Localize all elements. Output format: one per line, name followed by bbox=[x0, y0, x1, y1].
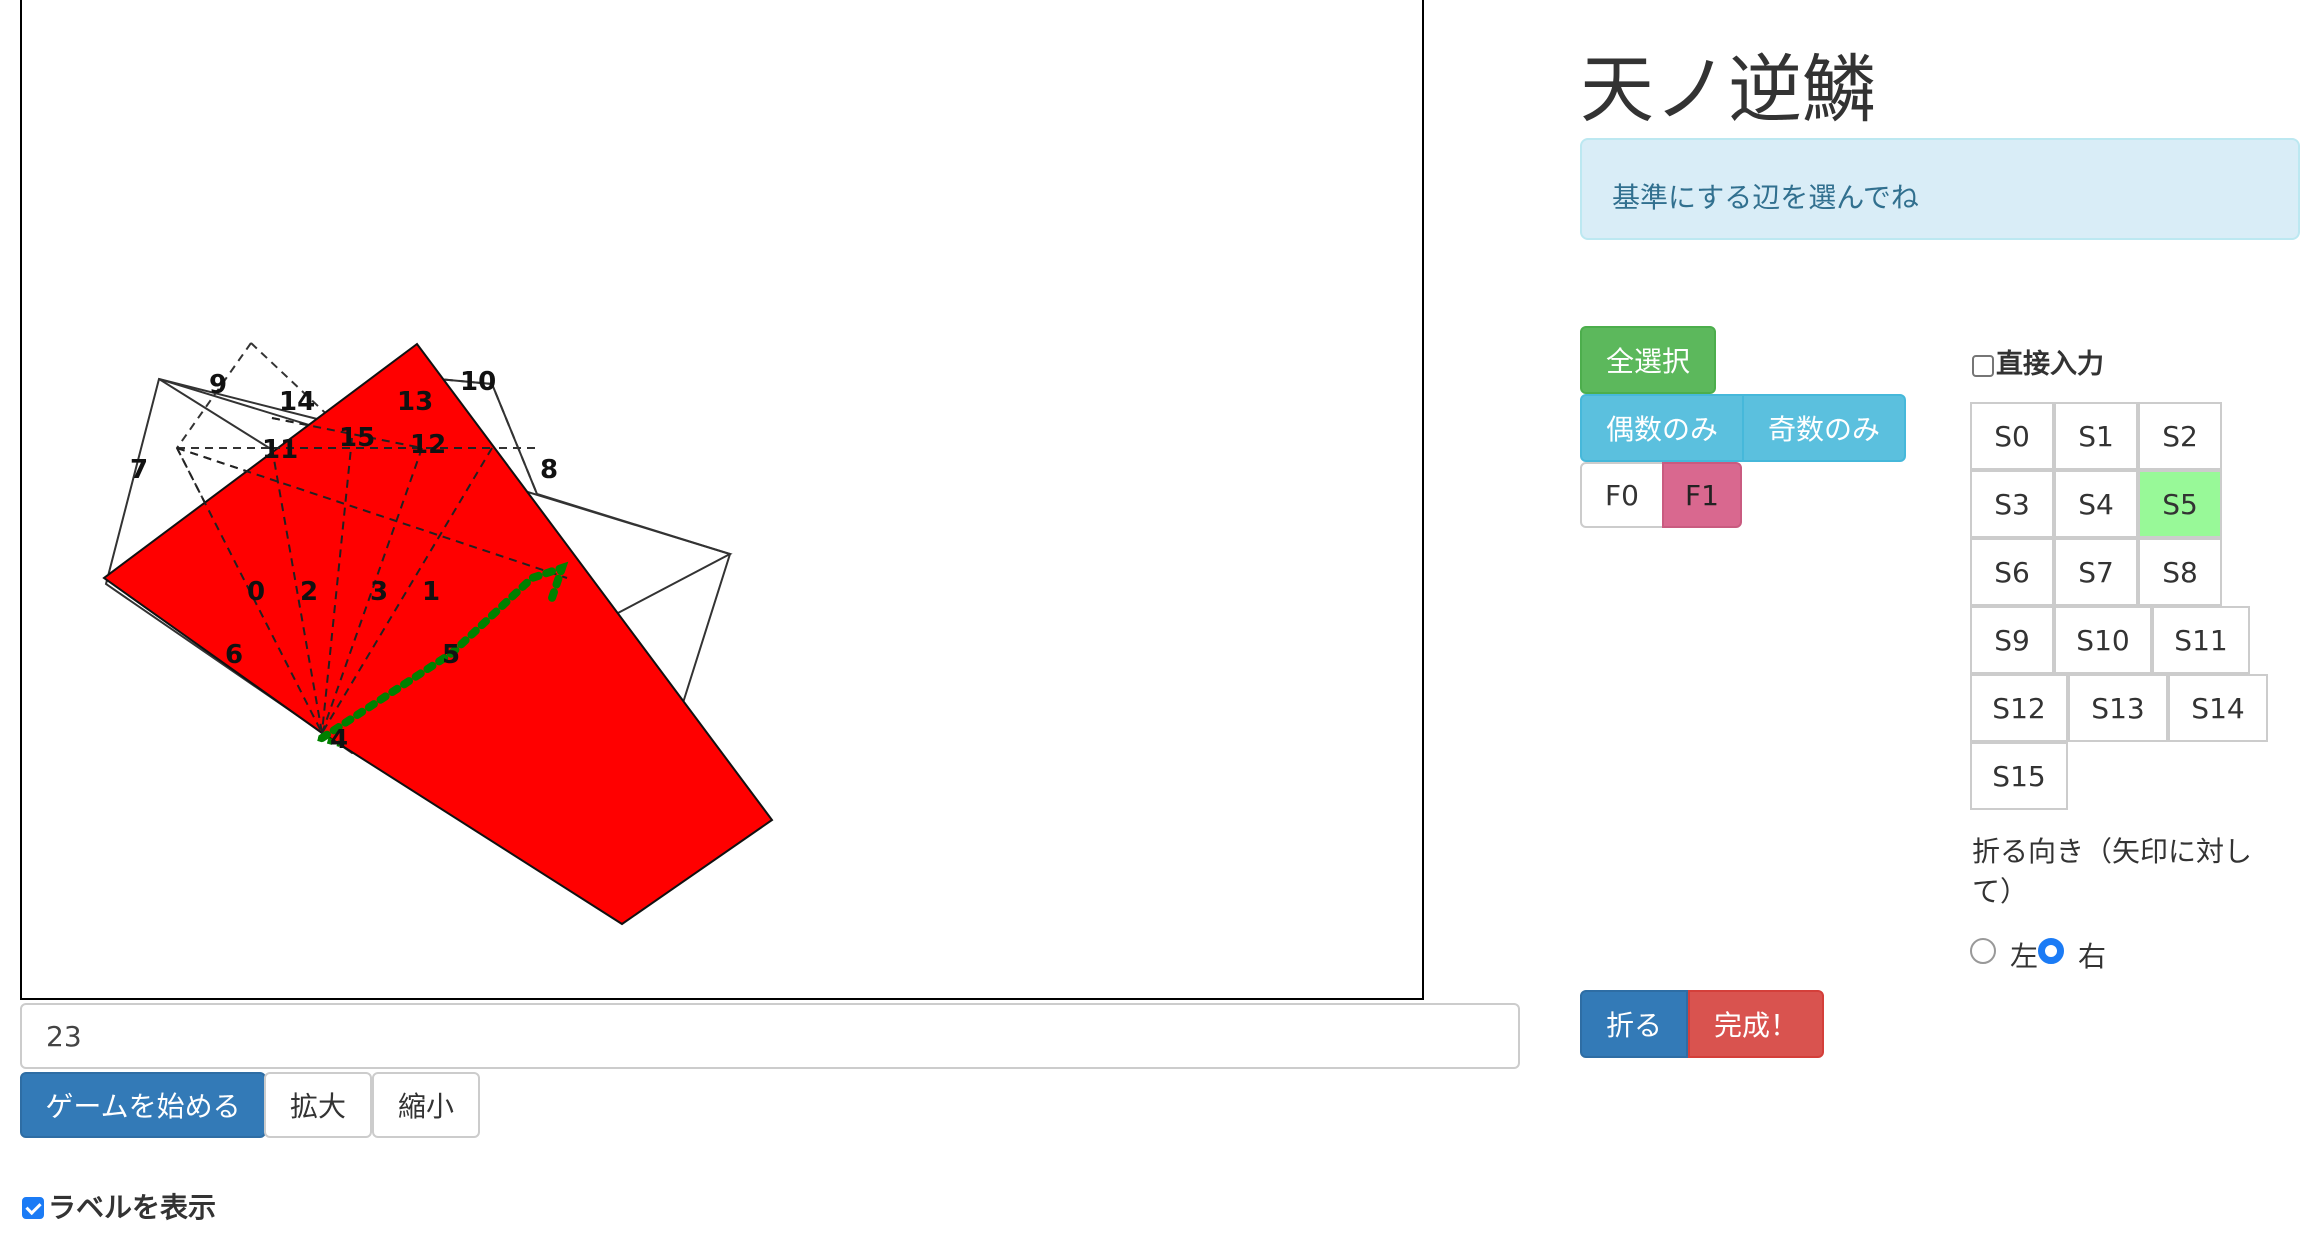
origami-canvas[interactable]: 0 1 2 3 4 5 6 7 8 9 10 11 12 13 14 15 bbox=[20, 0, 1424, 1000]
fold-button[interactable]: 折る bbox=[1580, 990, 1688, 1058]
direction-right-radio[interactable] bbox=[2038, 938, 2064, 964]
label-1: 1 bbox=[422, 577, 440, 607]
zoom-in-button[interactable]: 拡大 bbox=[264, 1072, 372, 1138]
instruction-alert: 基準にする辺を選んでね bbox=[1580, 138, 2300, 240]
show-labels-checkbox[interactable] bbox=[22, 1197, 44, 1219]
segment-s7-button[interactable]: S7 bbox=[2054, 538, 2138, 606]
label-15: 15 bbox=[339, 423, 375, 453]
face-f0-button[interactable]: F0 bbox=[1580, 462, 1664, 528]
select-all-button[interactable]: 全選択 bbox=[1580, 326, 1716, 394]
direct-input-checkbox[interactable] bbox=[1972, 355, 1994, 377]
direction-left-label: 左 bbox=[2010, 940, 2039, 973]
face-f1-button[interactable]: F1 bbox=[1662, 462, 1742, 528]
label-4: 4 bbox=[330, 725, 348, 755]
direct-input-label: 直接入力 bbox=[1996, 349, 2104, 380]
direction-left-radio[interactable] bbox=[1970, 938, 1996, 964]
label-8: 8 bbox=[540, 455, 558, 485]
segment-s10-button[interactable]: S10 bbox=[2054, 606, 2152, 674]
label-3: 3 bbox=[370, 577, 388, 607]
origami-drawing[interactable]: 0 1 2 3 4 5 6 7 8 9 10 11 12 13 14 15 bbox=[22, 0, 1426, 1002]
segment-s12-button[interactable]: S12 bbox=[1970, 674, 2068, 742]
page-title: 天ノ逆鱗 bbox=[1580, 47, 1876, 133]
segment-s1-button[interactable]: S1 bbox=[2054, 402, 2138, 470]
even-only-button[interactable]: 偶数のみ bbox=[1580, 394, 1744, 462]
segment-s4-button[interactable]: S4 bbox=[2054, 470, 2138, 538]
segment-s3-button[interactable]: S3 bbox=[1970, 470, 2054, 538]
segment-s0-button[interactable]: S0 bbox=[1970, 402, 2054, 470]
direction-right-label: 右 bbox=[2078, 940, 2107, 973]
label-10: 10 bbox=[460, 367, 496, 397]
segment-s14-button[interactable]: S14 bbox=[2168, 674, 2268, 742]
label-5: 5 bbox=[442, 640, 460, 670]
segment-s6-button[interactable]: S6 bbox=[1970, 538, 2054, 606]
start-game-button[interactable]: ゲームを始める bbox=[20, 1072, 266, 1138]
segment-s9-button[interactable]: S9 bbox=[1970, 606, 2054, 674]
label-12: 12 bbox=[410, 430, 446, 460]
segment-s5-button[interactable]: S5 bbox=[2138, 470, 2222, 538]
label-6: 6 bbox=[225, 640, 243, 670]
segment-s8-button[interactable]: S8 bbox=[2138, 538, 2222, 606]
complete-button[interactable]: 完成！ bbox=[1688, 990, 1824, 1058]
segment-s13-button[interactable]: S13 bbox=[2068, 674, 2168, 742]
segment-s15-button[interactable]: S15 bbox=[1970, 742, 2068, 810]
label-9: 9 bbox=[209, 370, 227, 400]
label-11: 11 bbox=[262, 435, 298, 465]
label-14: 14 bbox=[279, 387, 315, 417]
odd-only-button[interactable]: 奇数のみ bbox=[1742, 394, 1906, 462]
label-7: 7 bbox=[130, 455, 148, 485]
zoom-out-button[interactable]: 縮小 bbox=[372, 1072, 480, 1138]
show-labels-label: ラベルを表示 bbox=[48, 1191, 217, 1224]
number-input[interactable] bbox=[20, 1003, 1520, 1069]
segment-s2-button[interactable]: S2 bbox=[2138, 402, 2222, 470]
segment-s11-button[interactable]: S11 bbox=[2152, 606, 2250, 674]
label-0: 0 bbox=[247, 577, 265, 607]
label-13: 13 bbox=[397, 387, 433, 417]
fold-direction-label: 折る向き（矢印に対して） bbox=[1972, 835, 2253, 908]
label-2: 2 bbox=[300, 577, 318, 607]
